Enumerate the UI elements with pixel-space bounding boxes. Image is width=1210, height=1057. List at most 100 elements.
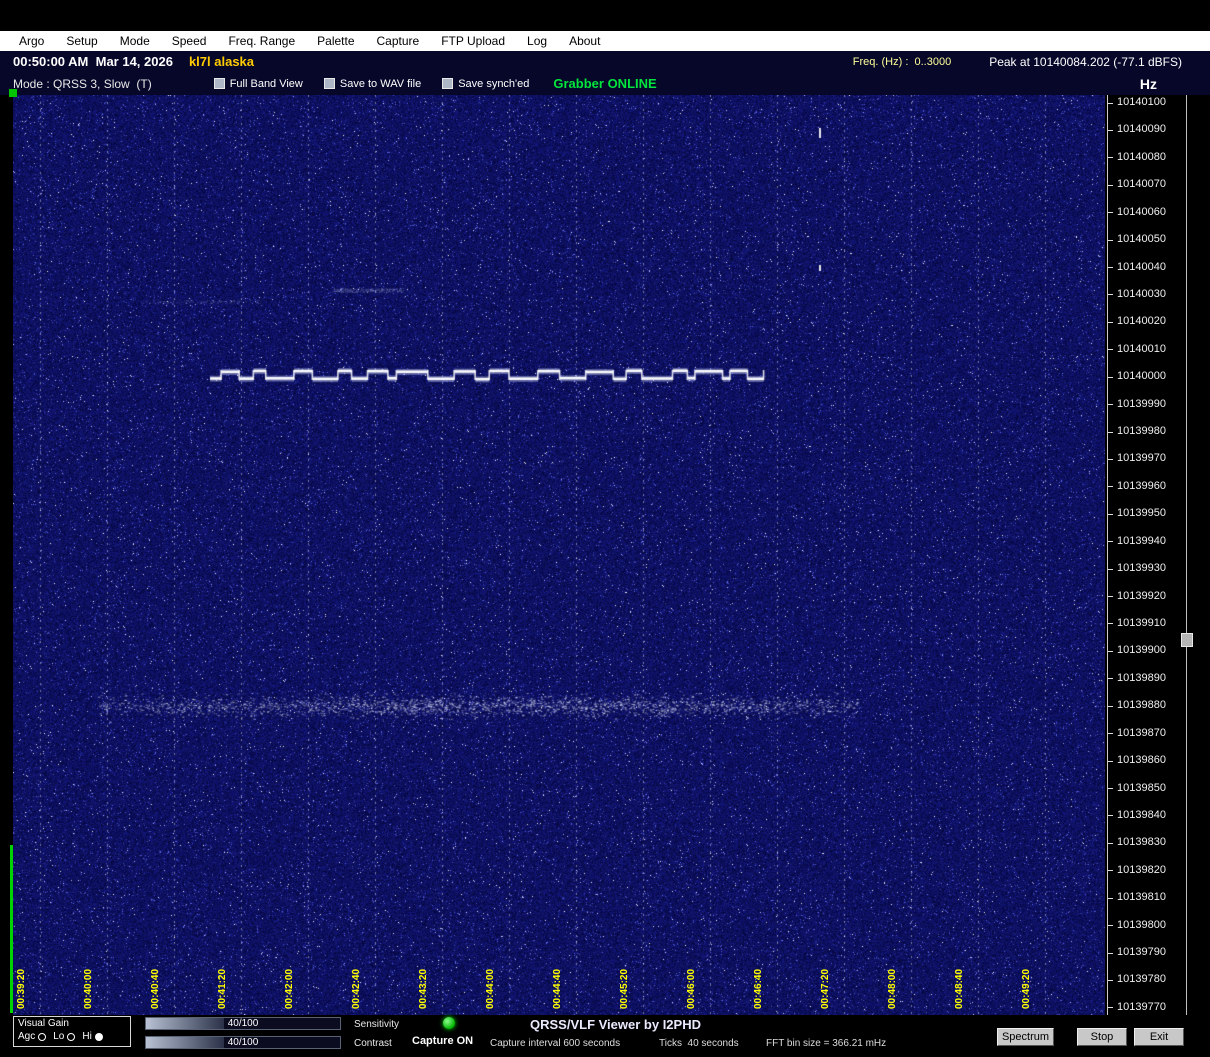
checkbox-label: Save to WAV file [339,77,422,90]
checkbox-save-to-wav-file[interactable]: Save to WAV file [323,77,422,90]
freq-tick [1108,925,1113,927]
menu-item-about[interactable]: About [558,34,611,48]
menu-item-palette[interactable]: Palette [306,34,365,48]
menu-item-setup[interactable]: Setup [55,34,108,48]
menu-item-mode[interactable]: Mode [109,34,161,48]
hz-unit-label: Hz [1139,76,1157,92]
checkbox-box[interactable] [213,78,225,89]
callsign-label: kl7l alaska [188,54,255,69]
checkbox-label: Full Band View [229,77,303,90]
menu-item-speed[interactable]: Speed [161,34,218,48]
status-bar: Visual Gain Agc Lo Hi 40/100 40/100 Sensit… [0,1015,1210,1057]
freq-tick [1108,513,1113,515]
freq-range-label: Freq. (Hz) : 0..3000 [852,55,952,68]
menu-bar: Argo Setup Mode Speed Freq. Range Palette Capt… [0,31,1210,51]
freq-tick [1108,870,1113,872]
menu-item-capture[interactable]: Capture [366,34,431,48]
menu-item-log[interactable]: Log [516,34,558,48]
time-label: 00:48:00 [887,968,898,1009]
time-label: 00:43:20 [418,968,429,1009]
radio-button[interactable] [67,1032,76,1041]
freq-tick [1108,568,1113,570]
freq-tick [1108,842,1113,844]
grabber-status: Grabber ONLINE [553,76,657,91]
scrollbar-thumb[interactable] [1181,633,1193,647]
contrast-slider[interactable]: 40/100 [145,1036,341,1049]
freq-tick-label: 10140040 [1117,260,1166,273]
stop-button[interactable]: Stop [1077,1028,1127,1046]
app-title: QRSS/VLF Viewer by I2PHD [530,1017,701,1032]
freq-tick [1108,897,1113,899]
freq-tick [1108,404,1113,406]
freq-tick-label: 10140000 [1117,370,1166,383]
ticks-label: Ticks 40 seconds [659,1038,739,1049]
menu-item-freq-range[interactable]: Freq. Range [217,34,306,48]
freq-tick-label: 10139940 [1117,534,1166,547]
freq-tick [1108,650,1113,652]
time-label: 00:40:00 [83,968,94,1009]
freq-tick [1108,678,1113,680]
contrast-label: Contrast [354,1038,392,1049]
freq-tick-label: 10139840 [1117,808,1166,821]
freq-tick-label: 10139820 [1117,863,1166,876]
scrollbar-track[interactable] [1186,95,1187,1015]
freq-tick [1108,321,1113,323]
frequency-axis-line [1107,95,1108,1015]
freq-tick [1108,705,1113,707]
freq-tick-label: 10140030 [1117,287,1166,300]
freq-tick [1108,1007,1113,1009]
checkbox-box[interactable] [323,78,335,89]
visual-gain-option-hi[interactable]: Hi [82,1031,103,1042]
freq-tick [1108,952,1113,954]
time-label: 00:44:40 [552,968,563,1009]
time-label: 00:45:20 [619,968,630,1009]
title-bar: 00:50:00 AM Mar 14, 2026 kl7l alaska Fre… [0,51,1210,72]
checkbox-box[interactable] [442,78,454,89]
checkbox-full-band-view[interactable]: Full Band View [213,77,303,90]
visual-gain-option-lo[interactable]: Lo [53,1031,76,1042]
freq-tick-label: 10140010 [1117,342,1166,355]
time-label: 00:41:20 [217,968,228,1009]
freq-tick [1108,760,1113,762]
time-label: 00:46:00 [686,968,697,1009]
spectrogram-canvas[interactable] [13,95,1105,1015]
freq-tick [1108,486,1113,488]
visual-gain-option-agc[interactable]: Agc [18,1031,47,1042]
freq-tick-label: 10139870 [1117,726,1166,739]
freq-tick [1108,267,1113,269]
menu-item-ftp-upload[interactable]: FTP Upload [430,34,516,48]
mode-label: Mode : QRSS 3, Slow (T) [13,76,152,91]
spectrum-button[interactable]: Spectrum [997,1028,1054,1046]
freq-tick [1108,212,1113,214]
radio-button[interactable] [94,1032,103,1041]
datetime-label: 00:50:00 AM Mar 14, 2026 [13,54,173,69]
checkbox-save-synch-ed[interactable]: Save synch'ed [442,78,529,90]
freq-tick-label: 10139950 [1117,507,1166,520]
freq-tick [1108,157,1113,159]
freq-tick-label: 10139960 [1117,479,1166,492]
mode-bar: Mode : QRSS 3, Slow (T) Full Band View Sa… [0,72,1210,95]
peak-readout: Peak at 10140084.202 (-77.1 dBFS) [989,54,1182,69]
freq-tick-label: 10140100 [1117,96,1166,108]
freq-tick-label: 10140080 [1117,150,1166,163]
menu-item-argo[interactable]: Argo [8,34,55,48]
freq-tick [1108,184,1113,186]
freq-tick [1108,102,1113,104]
time-label: 00:49:20 [1021,968,1032,1009]
freq-tick-label: 10139860 [1117,754,1166,767]
mode-checkboxes: Full Band View Save to WAV file Save synch… [213,77,529,90]
freq-tick-label: 10139790 [1117,946,1166,959]
sensitivity-slider[interactable]: 40/100 [145,1017,341,1030]
capture-interval-label: Capture interval 600 seconds [490,1038,621,1049]
freq-tick [1108,376,1113,378]
freq-tick [1108,733,1113,735]
freq-tick [1108,349,1113,351]
freq-tick [1108,431,1113,433]
freq-tick-label: 10139850 [1117,781,1166,794]
freq-tick-label: 10139990 [1117,397,1166,410]
exit-button[interactable]: Exit [1134,1028,1184,1046]
freq-tick-label: 10139920 [1117,589,1166,602]
freq-tick-label: 10139800 [1117,918,1166,931]
radio-button[interactable] [38,1032,47,1041]
freq-tick [1108,129,1113,131]
